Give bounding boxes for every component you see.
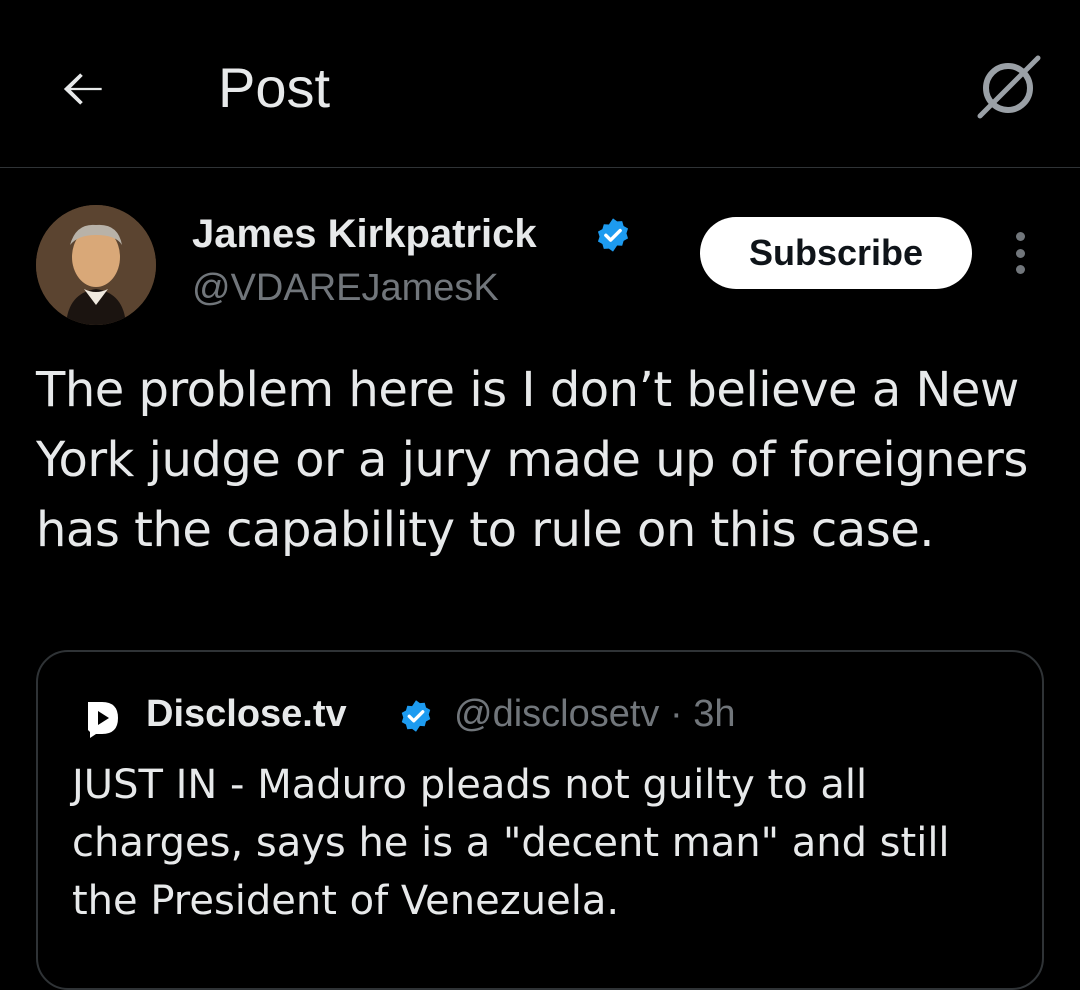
- quote-timestamp: 3h: [693, 693, 736, 735]
- page-title: Post: [218, 56, 331, 119]
- more-vertical-icon-dot: [1015, 232, 1025, 241]
- grok-button[interactable]: [970, 52, 1046, 124]
- quote-author-name: Disclose.tv: [146, 693, 347, 735]
- more-vertical-icon-dot: [1015, 248, 1025, 258]
- author-handle[interactable]: @VDAREJamesK: [192, 264, 499, 312]
- disclosetv-logo-icon: [88, 702, 118, 738]
- verified-badge-icon: [597, 218, 629, 252]
- grok-slash-icon: [977, 55, 1041, 119]
- avatar[interactable]: [36, 205, 156, 325]
- portrait-image: [36, 205, 156, 325]
- subscribe-button[interactable]: Subscribe: [700, 217, 972, 289]
- quote-handle: @disclosetv: [454, 693, 660, 735]
- author-name[interactable]: James Kirkpatrick: [192, 210, 537, 258]
- quote-text: JUST IN - Maduro pleads not guilty to al…: [72, 762, 950, 924]
- quote-meta: @disclosetv · 3h: [454, 690, 735, 738]
- meta-separator: ·: [669, 693, 683, 735]
- more-vertical-icon-dot: [1015, 265, 1025, 274]
- arrow-left-icon: [63, 73, 102, 105]
- more-options-button[interactable]: [1000, 228, 1040, 278]
- back-button[interactable]: [52, 58, 114, 120]
- top-app-bar: Post: [0, 0, 1080, 168]
- verified-badge-icon: [401, 700, 431, 732]
- quoted-post-card[interactable]: Disclose.tv @disclosetv · 3h JUST IN - M…: [36, 650, 1044, 990]
- post-text: The problem here is I don’t believe a Ne…: [36, 362, 1028, 558]
